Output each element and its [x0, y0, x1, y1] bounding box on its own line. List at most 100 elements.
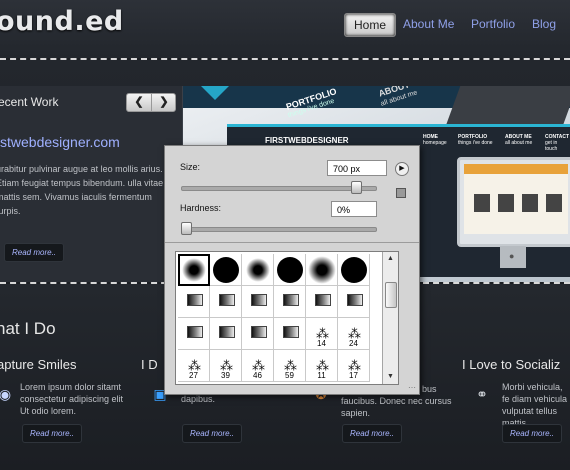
recent-work-panel: ecent Work ❮ ❯ stwebdesigner.com urabitu…	[0, 86, 183, 282]
brush-size-label: 59	[285, 371, 294, 380]
mini-nav-home: HOME homepage	[423, 134, 447, 146]
brush-size-label: 11	[317, 371, 326, 380]
apple-logo-icon: ●	[509, 251, 515, 261]
play-menu-icon[interactable]: ▶	[395, 162, 409, 176]
brush-preset-cell[interactable]: ⁂ 46	[242, 350, 274, 382]
mini-nav-contact: CONTACT get in touch	[545, 134, 570, 152]
new-preset-icon[interactable]	[396, 188, 406, 198]
brush-preset-cell[interactable]	[210, 286, 242, 318]
brush-size-label: 46	[253, 371, 262, 380]
main-nav: Home About Me Portfolio Blog	[0, 13, 570, 37]
hardness-slider-track[interactable]	[181, 227, 377, 232]
shape-brush-icon	[251, 294, 267, 306]
soft-round-brush-icon	[307, 255, 336, 284]
brush-size-label: 14	[317, 339, 326, 348]
brush-preset-cell[interactable]: ⁂ 14	[306, 318, 338, 350]
scroll-down-icon[interactable]: ▼	[383, 370, 398, 384]
recent-work-link[interactable]: stwebdesigner.com	[0, 134, 120, 150]
shape-brush-icon	[187, 326, 203, 338]
brush-preset-cell[interactable]: ⁂ 39	[210, 350, 242, 382]
shape-brush-icon	[187, 294, 203, 306]
brush-preset-cell[interactable]	[242, 286, 274, 318]
hardness-label: Hardness:	[180, 203, 222, 213]
brush-preset-cell[interactable]	[338, 254, 370, 286]
size-input[interactable]: 700 px	[327, 160, 387, 176]
shape-brush-icon	[219, 294, 235, 306]
hardness-slider-thumb[interactable]	[181, 222, 192, 235]
brush-preset-cell[interactable]	[178, 318, 210, 350]
column-title-capture-smiles: apture Smiles	[0, 357, 77, 372]
brush-preset-cell[interactable]: ⁂ 11	[306, 350, 338, 382]
mini-nav-portfolio: PORTFOLIO things i've done	[458, 134, 493, 146]
hard-round-brush-icon	[276, 256, 303, 283]
recent-work-title: ecent Work	[0, 95, 59, 109]
nav-blog[interactable]: Blog	[532, 13, 556, 35]
brush-preset-cell[interactable]	[306, 254, 338, 286]
brush-preset-cell[interactable]	[210, 254, 242, 286]
size-slider-track[interactable]	[181, 186, 377, 191]
readmore-button-1[interactable]: Read more..	[22, 424, 83, 443]
nav-portfolio[interactable]: Portfolio	[471, 13, 515, 35]
brush-preset-cell[interactable]	[274, 318, 306, 350]
nav-home[interactable]: Home	[344, 13, 397, 37]
brush-preset-cell[interactable]	[306, 286, 338, 318]
camera-icon: ◉	[0, 386, 12, 402]
shape-brush-icon	[315, 294, 331, 306]
brush-size-label: 39	[221, 371, 230, 380]
hard-round-brush-icon	[340, 256, 367, 283]
chevron-left-icon[interactable]: ❮	[127, 94, 151, 111]
ribbon-icon	[201, 86, 229, 100]
scroll-up-icon[interactable]: ▲	[383, 252, 398, 266]
shape-brush-icon	[283, 294, 299, 306]
readmore-button-4[interactable]: Read more..	[502, 424, 563, 443]
brush-preset-cell[interactable]	[242, 254, 274, 286]
soft-round-brush-icon	[245, 257, 270, 282]
brush-preset-cell[interactable]	[178, 286, 210, 318]
brush-size-label: 24	[349, 339, 358, 348]
monitor-thumb	[474, 194, 490, 212]
shape-brush-icon	[251, 326, 267, 338]
nav-about-me[interactable]: About Me	[403, 13, 454, 35]
recent-work-text: urabitur pulvinar augue at leo mollis ar…	[0, 164, 164, 216]
monitor-screen	[464, 164, 568, 234]
brush-preset-cell[interactable]	[338, 286, 370, 318]
brush-preset-cell[interactable]	[274, 254, 306, 286]
column-title-2: I D	[141, 357, 158, 372]
brush-size-label: 27	[189, 371, 198, 380]
monitor-thumb	[522, 194, 538, 212]
brush-grid-scrollbar[interactable]: ▲ ▼	[382, 252, 398, 384]
brush-preset-cell[interactable]	[274, 286, 306, 318]
site-header: ound.ed Home About Me Portfolio Blog	[0, 0, 570, 58]
column-text-3-prefix: bus	[422, 384, 437, 394]
brush-preset-cell[interactable]: ⁂ 24	[338, 318, 370, 350]
shape-brush-icon	[347, 294, 363, 306]
brush-preset-cell[interactable]	[210, 318, 242, 350]
brush-preset-grid: ⁂ 17 ⁂ 11 ⁂ 59 ⁂ 46 ⁂ 39 ⁂ 27 ⁂ 24 ⁂ 14 ▲ ▼	[175, 251, 399, 385]
recent-readmore-button[interactable]: Read more..	[4, 243, 65, 262]
brush-preset-cell[interactable]: ⁂ 59	[274, 350, 306, 382]
link-icon: ⚭	[476, 386, 488, 402]
hardness-input[interactable]: 0%	[331, 201, 377, 217]
picker-divider	[165, 242, 419, 243]
brush-preset-cell[interactable]	[242, 318, 274, 350]
slider-arrows: ❮ ❯	[126, 93, 176, 112]
readmore-button-2[interactable]: Read more..	[182, 424, 243, 443]
brush-size-label: 17	[349, 371, 358, 380]
size-label: Size:	[180, 162, 201, 172]
chevron-right-icon[interactable]: ❯	[151, 94, 176, 111]
brush-preset-picker: Size: 700 px ▶ Hardness: 0% ⁂ 17 ⁂ 11 ⁂ 59 ⁂ 46…	[164, 145, 420, 395]
shape-brush-icon	[219, 326, 235, 338]
size-slider-thumb[interactable]	[351, 181, 363, 194]
column-text-4: Morbi vehicula, fe diam vehicula vulputa…	[502, 382, 568, 428]
readmore-button-3[interactable]: Read more..	[342, 424, 403, 443]
mini-nav-about: ABOUT ME all about me	[505, 134, 533, 146]
resize-grip-icon[interactable]: ⋯	[408, 383, 416, 392]
monitor-thumb	[546, 194, 562, 212]
what-i-do-title: hat I Do	[0, 319, 56, 338]
scroll-thumb[interactable]	[385, 282, 397, 308]
brush-preset-cell[interactable]: ⁂ 17	[338, 350, 370, 382]
brush-preset-cell[interactable]: ⁂ 27	[178, 350, 210, 382]
soft-round-brush-icon	[182, 258, 206, 282]
column-text-1: Lorem ipsum dolor sitamt consectetur adi…	[20, 382, 124, 416]
brush-preset-cell[interactable]	[178, 254, 210, 286]
